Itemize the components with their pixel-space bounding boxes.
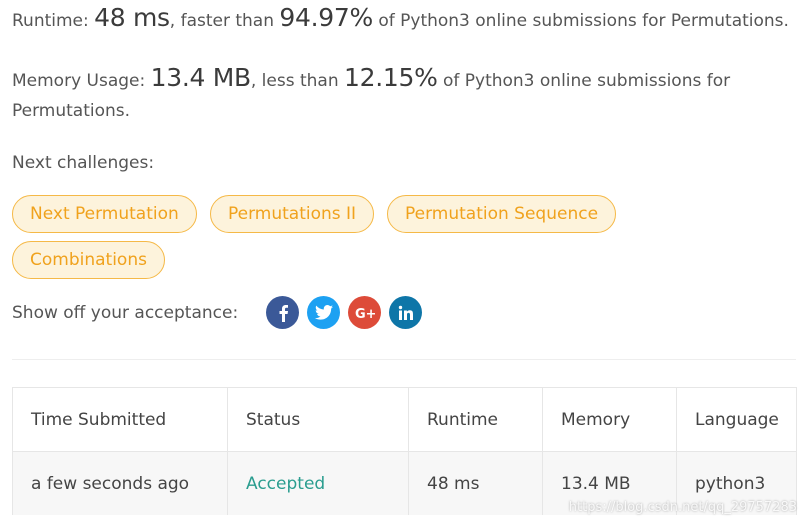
status-accepted-link[interactable]: Accepted bbox=[246, 474, 325, 494]
runtime-suffix: of Python3 online submissions for Permut… bbox=[372, 11, 789, 31]
facebook-icon[interactable] bbox=[266, 296, 299, 329]
runtime-label: Runtime: bbox=[12, 11, 95, 31]
chip-combinations[interactable]: Combinations bbox=[12, 241, 165, 279]
svg-text:G+: G+ bbox=[355, 307, 375, 320]
runtime-summary: Runtime: 48 ms, faster than 94.97% of Py… bbox=[12, 4, 789, 35]
header-time-submitted: Time Submitted bbox=[13, 388, 228, 451]
runtime-compare-text: , faster than bbox=[169, 11, 280, 31]
runtime-value: 48 ms bbox=[94, 3, 170, 32]
section-divider bbox=[12, 359, 796, 360]
memory-label: Memory Usage: bbox=[12, 71, 151, 91]
linkedin-icon[interactable] bbox=[389, 296, 422, 329]
memory-value: 13.4 MB bbox=[150, 63, 252, 92]
runtime-percent: 94.97% bbox=[279, 3, 373, 32]
share-label: Show off your acceptance: bbox=[12, 303, 239, 323]
header-runtime: Runtime bbox=[409, 388, 543, 451]
chip-permutation-sequence[interactable]: Permutation Sequence bbox=[387, 195, 617, 233]
cell-time-submitted: a few seconds ago bbox=[13, 452, 228, 515]
header-language: Language bbox=[695, 409, 779, 430]
google-plus-icon[interactable]: G+ bbox=[348, 296, 381, 329]
header-memory: Memory bbox=[543, 388, 677, 451]
table-header-row: Time Submitted Status Runtime Memory Lan… bbox=[13, 388, 796, 452]
chip-permutations-ii[interactable]: Permutations II bbox=[210, 195, 375, 233]
watermark: https://blog.csdn.net/qq_29757283 bbox=[568, 500, 797, 515]
submissions-table: Time Submitted Status Runtime Memory Lan… bbox=[12, 387, 797, 515]
memory-compare-text: , less than bbox=[250, 71, 345, 91]
chip-next-permutation[interactable]: Next Permutation bbox=[12, 195, 197, 233]
memory-percent: 12.15% bbox=[344, 63, 438, 92]
next-challenges-label: Next challenges: bbox=[12, 153, 155, 173]
submission-result-panel: Runtime: 48 ms, faster than 94.97% of Py… bbox=[0, 0, 807, 525]
cell-status: Accepted bbox=[228, 452, 409, 515]
memory-summary: Memory Usage: 13.4 MB, less than 12.15% … bbox=[12, 63, 772, 126]
twitter-icon[interactable] bbox=[307, 296, 340, 329]
header-status: Status bbox=[228, 388, 409, 451]
cell-runtime: 48 ms bbox=[409, 452, 543, 515]
